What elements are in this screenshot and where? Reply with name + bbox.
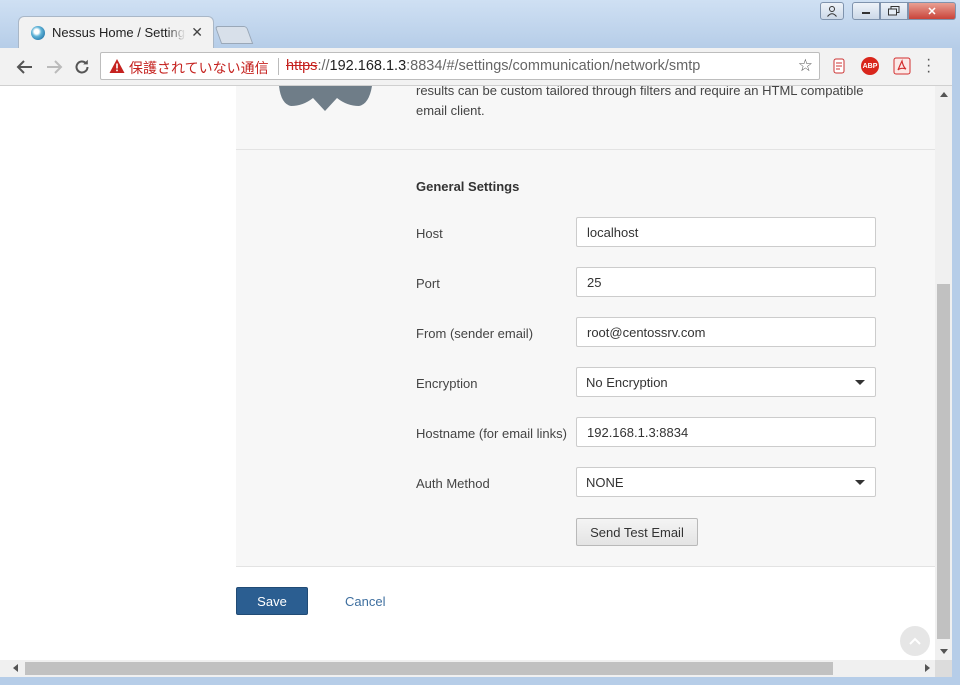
- encryption-label: Encryption: [416, 376, 478, 391]
- vertical-scroll-thumb[interactable]: [937, 284, 950, 639]
- smtp-info-panel: results can be custom tailored through f…: [236, 86, 935, 150]
- tab-close-icon[interactable]: ✕: [191, 24, 203, 41]
- host-input[interactable]: [576, 217, 876, 247]
- pdf-extension-icon[interactable]: [893, 57, 911, 75]
- browser-menu-icon[interactable]: · · ·: [926, 52, 931, 80]
- window-titlebar: Nessus Home / Settings ✕ ✕: [0, 0, 960, 49]
- from-label: From (sender email): [416, 326, 534, 341]
- minimize-button[interactable]: [852, 2, 880, 20]
- encryption-value: No Encryption: [586, 374, 668, 390]
- reload-icon[interactable]: [71, 56, 93, 78]
- from-email-input[interactable]: [576, 317, 876, 347]
- url-text[interactable]: https://192.168.1.3:8834/#/settings/comm…: [286, 58, 700, 74]
- browser-toolbar: 保護されていない通信 https://192.168.1.3:8834/#/se…: [0, 48, 960, 86]
- smtp-settings-form: General Settings Host Port From (sender …: [236, 150, 935, 567]
- new-tab-button[interactable]: [214, 26, 254, 44]
- back-arrow-icon[interactable]: [14, 56, 36, 78]
- window-frame-right: [952, 48, 960, 685]
- horizontal-scrollbar[interactable]: [0, 660, 935, 677]
- browser-tab[interactable]: Nessus Home / Settings ✕: [18, 16, 214, 48]
- forward-arrow-icon[interactable]: [43, 56, 65, 78]
- scroll-down-icon[interactable]: [940, 649, 948, 654]
- user-profile-icon[interactable]: [820, 2, 844, 20]
- window-frame-bottom: [0, 677, 960, 685]
- auth-method-label: Auth Method: [416, 476, 490, 491]
- send-test-email-button[interactable]: Send Test Email: [576, 518, 698, 546]
- security-warning-label[interactable]: 保護されていない通信: [129, 58, 269, 78]
- extension-icon[interactable]: [830, 57, 848, 75]
- address-bar[interactable]: 保護されていない通信 https://192.168.1.3:8834/#/se…: [100, 52, 820, 80]
- scroll-to-top-icon[interactable]: [900, 626, 930, 656]
- cancel-link[interactable]: Cancel: [345, 594, 385, 609]
- hostname-input[interactable]: [576, 417, 876, 447]
- port-label: Port: [416, 276, 440, 291]
- scroll-up-icon[interactable]: [940, 92, 948, 97]
- horizontal-scroll-thumb[interactable]: [25, 662, 833, 675]
- scroll-right-icon[interactable]: [925, 664, 930, 672]
- address-separator: [278, 58, 279, 75]
- tab-title: Nessus Home / Settings: [52, 25, 186, 40]
- encryption-select[interactable]: No Encryption: [576, 367, 876, 397]
- page-content: results can be custom tailored through f…: [0, 86, 935, 660]
- hostname-label: Hostname (for email links): [416, 426, 567, 441]
- scrollbar-corner: [935, 660, 952, 677]
- auth-method-value: NONE: [586, 474, 624, 490]
- vertical-scrollbar[interactable]: [935, 86, 952, 660]
- scroll-left-icon[interactable]: [13, 664, 18, 672]
- url-path: :8834/#/settings/communication/network/s…: [406, 58, 701, 74]
- close-window-button[interactable]: ✕: [908, 2, 956, 20]
- chevron-down-icon: [855, 380, 865, 385]
- url-scheme: https: [286, 58, 318, 74]
- email-illustration-icon: [279, 86, 372, 111]
- section-title: General Settings: [416, 179, 520, 194]
- nessus-favicon-icon: [31, 26, 45, 40]
- url-host: 192.168.1.3: [329, 58, 407, 74]
- restore-button[interactable]: [880, 2, 908, 20]
- bookmark-star-icon[interactable]: ☆: [798, 56, 813, 76]
- smtp-description: results can be custom tailored through f…: [416, 86, 864, 118]
- save-button[interactable]: Save: [236, 587, 308, 615]
- port-input[interactable]: [576, 267, 876, 297]
- host-label: Host: [416, 226, 443, 241]
- chevron-down-icon: [855, 480, 865, 485]
- warning-icon: [109, 59, 125, 73]
- auth-method-select[interactable]: NONE: [576, 467, 876, 497]
- adblock-plus-icon[interactable]: ABP: [861, 57, 879, 75]
